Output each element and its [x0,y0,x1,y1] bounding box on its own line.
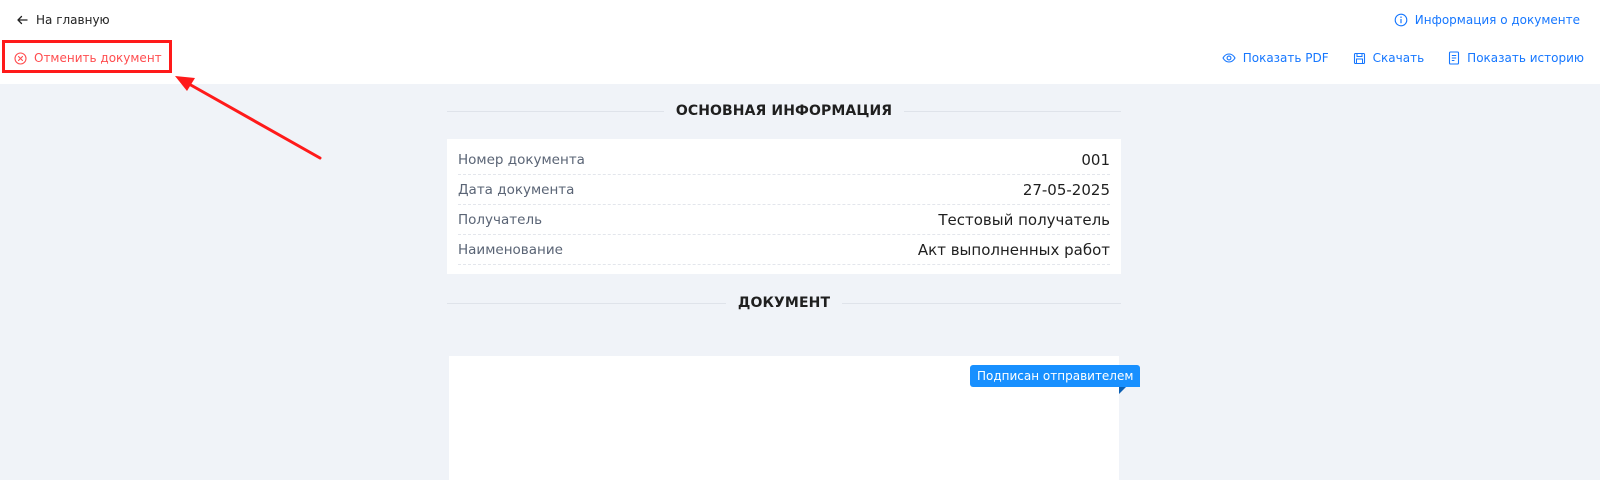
info-row-document-date: Дата документа 27-05-2025 [458,175,1110,205]
document-list-icon [1448,51,1460,65]
status-badge-fold [1119,387,1126,394]
download-button[interactable]: Скачать [1353,51,1425,65]
info-row-name: Наименование Акт выполненных работ [458,235,1110,265]
show-history-label: Показать историю [1467,51,1584,65]
document-info-link[interactable]: Информация о документе [1394,11,1580,29]
back-to-home-label: На главную [36,13,110,27]
back-to-home-link[interactable]: На главную [16,11,110,29]
document-info-label: Информация о документе [1414,13,1580,27]
info-label: Наименование [458,241,563,258]
info-value: Акт выполненных работ [917,240,1110,259]
info-row-document-number: Номер документа 001 [458,145,1110,175]
divider-line [447,302,726,304]
save-icon [1353,52,1366,65]
status-badge: Подписан отправителем [970,365,1141,387]
top-bar: На главную Информация о документе Отмени… [0,0,1600,84]
info-circle-icon [1394,13,1408,27]
document-section-title: ДОКУМЕНТ [447,293,1122,313]
show-history-button[interactable]: Показать историю [1448,51,1584,65]
download-label: Скачать [1372,51,1425,65]
eye-icon [1222,52,1236,64]
info-label: Дата документа [458,181,575,198]
divider-line [447,110,664,112]
main-info-title: ОСНОВНАЯ ИНФОРМАЦИЯ [675,103,893,119]
info-value: 001 [1081,150,1110,169]
show-pdf-label: Показать PDF [1242,51,1329,65]
info-value: 27-05-2025 [1022,180,1110,199]
main-info-section-title: ОСНОВНАЯ ИНФОРМАЦИЯ [447,101,1121,121]
info-row-recipient: Получатель Тестовый получатель [458,205,1110,235]
document-actions: Показать PDF Скачать Показать историю [1222,49,1584,67]
divider-line [842,302,1122,304]
info-label: Номер документа [458,151,585,168]
document-title: ДОКУМЕНТ [737,295,831,311]
info-value: Тестовый получатель [938,210,1110,229]
show-pdf-button[interactable]: Показать PDF [1222,51,1329,65]
divider-line [904,110,1121,112]
main-info-card: Номер документа 001 Дата документа 27-05… [447,139,1121,274]
arrow-left-icon [16,14,28,26]
info-label: Получатель [458,211,543,228]
annotation-highlight-box [2,40,172,73]
